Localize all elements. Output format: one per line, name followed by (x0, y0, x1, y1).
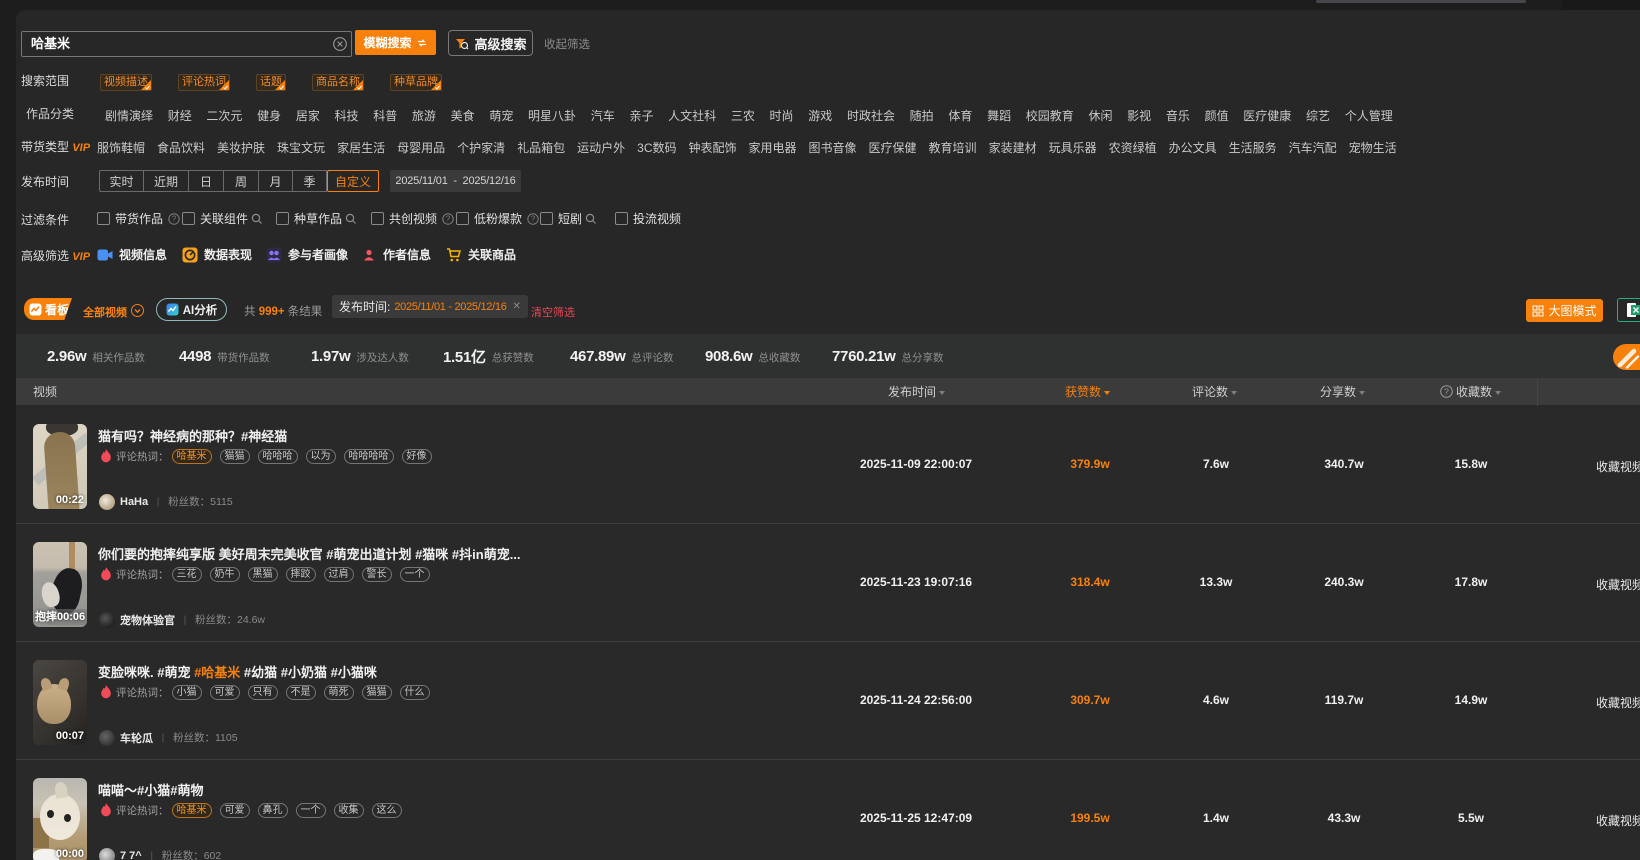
svg-text:?: ? (446, 214, 451, 223)
svg-text:?: ? (172, 214, 177, 223)
svg-text:?: ? (531, 214, 536, 223)
svg-text:?: ? (1444, 386, 1449, 396)
